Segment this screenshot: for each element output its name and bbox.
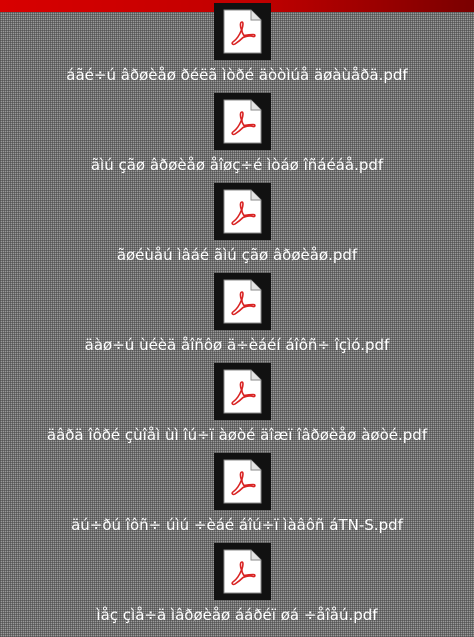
pdf-icon bbox=[223, 189, 262, 234]
file-name[interactable]: ìåç çìå÷ä ìâðøèåø ááðéï øá ÷åîåú.pdf bbox=[0, 605, 474, 625]
file-name[interactable]: äàø÷ú ùéèä åîñôø ä÷èáéí áîôñ÷ îçìó.pdf bbox=[0, 335, 474, 355]
file-item[interactable]: äàø÷ú ùéèä åîñôø ä÷èáéí áîôñ÷ îçìó.pdf bbox=[0, 273, 474, 361]
file-name[interactable]: ãøéùåú ìâáé ãìú çãø âðøèåø.pdf bbox=[0, 245, 474, 265]
pdf-file-icon-tile[interactable] bbox=[214, 3, 271, 60]
file-item[interactable]: äú÷ðú îôñ÷ úìú ÷èáé áîú÷ï ìàâôñ áTN-S.pd… bbox=[0, 453, 474, 541]
file-item[interactable]: ìåç çìå÷ä ìâðøèåø ááðéï øá ÷åîåú.pdf bbox=[0, 543, 474, 631]
pdf-file-icon-tile[interactable] bbox=[214, 543, 271, 600]
pdf-file-icon-tile[interactable] bbox=[214, 93, 271, 150]
file-name[interactable]: äú÷ðú îôñ÷ úìú ÷èáé áîú÷ï ìàâôñ áTN-S.pd… bbox=[0, 515, 474, 535]
file-item[interactable]: ãìú çãø âðøèåø åîøç÷é ìòáø îñáéáå.pdf bbox=[0, 93, 474, 181]
file-name[interactable]: áãé÷ú âðøèåø ðéëã ìòðé äòòìúå äøàùåðä.pd… bbox=[0, 65, 474, 85]
pdf-icon bbox=[223, 459, 262, 504]
pdf-icon bbox=[223, 9, 262, 54]
pdf-icon bbox=[223, 369, 262, 414]
pdf-file-icon-tile[interactable] bbox=[214, 183, 271, 240]
pdf-icon bbox=[223, 549, 262, 594]
file-name[interactable]: ãìú çãø âðøèåø åîøç÷é ìòáø îñáéáå.pdf bbox=[0, 155, 474, 175]
pdf-file-icon-tile[interactable] bbox=[214, 453, 271, 510]
pdf-file-icon-tile[interactable] bbox=[214, 273, 271, 330]
file-item[interactable]: áãé÷ú âðøèåø ðéëã ìòðé äòòìúå äøàùåðä.pd… bbox=[0, 3, 474, 91]
pdf-icon bbox=[223, 99, 262, 144]
file-name[interactable]: äâðä îôðé çùîåì ùì îú÷ï àøòé äîæï îâðøèå… bbox=[0, 425, 474, 445]
pdf-icon bbox=[223, 279, 262, 324]
file-item[interactable]: ãøéùåú ìâáé ãìú çãø âðøèåø.pdf bbox=[0, 183, 474, 271]
file-item[interactable]: äâðä îôðé çùîåì ùì îú÷ï àøòé äîæï îâðøèå… bbox=[0, 363, 474, 451]
pdf-file-icon-tile[interactable] bbox=[214, 363, 271, 420]
